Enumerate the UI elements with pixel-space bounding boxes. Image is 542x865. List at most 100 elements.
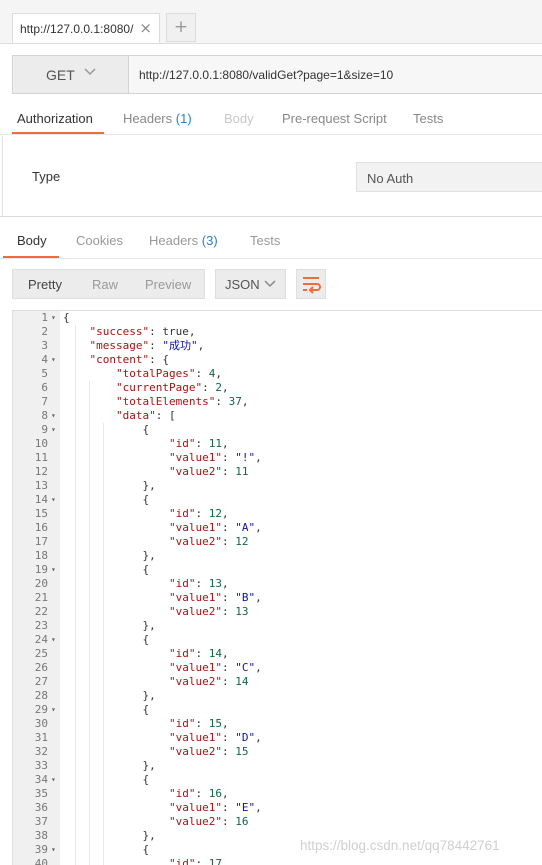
fold-arrow-icon[interactable]: ▾: [51, 843, 56, 857]
tab-prerequest-script[interactable]: Pre-request Script: [282, 111, 387, 126]
code-text: "totalElements": 37,: [115, 395, 249, 408]
code-text: "id": 14,: [168, 647, 229, 660]
code-line: 9 ▾ {: [13, 423, 542, 437]
line-number: 14: [34, 493, 48, 506]
code-line: 22 "value2": 13: [13, 605, 542, 619]
line-number: 1: [41, 311, 48, 324]
section-divider: [0, 216, 542, 217]
code-text: "id": 13,: [168, 577, 229, 590]
code-text: "value1": "C",: [168, 661, 262, 674]
close-icon[interactable]: ×: [139, 19, 152, 37]
code-line: 8 ▾ "data": [: [13, 409, 542, 423]
code-text: "data": [: [115, 409, 176, 422]
line-number: 12: [34, 465, 48, 478]
fold-arrow-icon[interactable]: ▾: [51, 423, 56, 437]
code-text: "id": 15,: [168, 717, 229, 730]
line-number: 11: [34, 451, 48, 464]
tab-cookies[interactable]: Cookies: [76, 233, 123, 248]
fold-arrow-icon[interactable]: ▾: [51, 703, 56, 717]
chevron-down-icon: [264, 280, 276, 288]
format-select[interactable]: JSON: [215, 269, 286, 299]
code-text: {: [63, 563, 150, 576]
fold-arrow-icon[interactable]: ▾: [51, 563, 56, 577]
watermark: https://blog.csdn.net/qq78442761: [300, 838, 500, 853]
tab-request-headers[interactable]: Headers (1): [123, 111, 192, 126]
code-text: "value2": 13: [168, 605, 249, 618]
code-line: 30 "id": 15,: [13, 717, 542, 731]
fold-arrow-icon[interactable]: ▾: [51, 493, 56, 507]
tab-authorization[interactable]: Authorization: [17, 111, 93, 126]
line-number: 29: [34, 703, 48, 716]
url-input[interactable]: http://127.0.0.1:8080/validGet?page=1&si…: [128, 55, 542, 94]
line-number: 35: [34, 787, 48, 800]
request-tab-title: http://127.0.0.1:8080/: [20, 22, 134, 36]
line-number: 8: [41, 409, 48, 422]
code-text: "value2": 14: [168, 675, 249, 688]
tab-request-tests[interactable]: Tests: [413, 111, 443, 126]
line-number: 15: [34, 507, 48, 520]
code-text: },: [63, 759, 156, 772]
line-number: 4: [41, 353, 48, 366]
auth-type-select[interactable]: No Auth: [356, 162, 542, 192]
preview-button[interactable]: Preview: [145, 277, 191, 292]
fold-arrow-icon[interactable]: ▾: [51, 311, 56, 325]
code-line: 27 "value2": 14: [13, 675, 542, 689]
line-number: 39: [34, 843, 48, 856]
line-number: 36: [34, 801, 48, 814]
fold-arrow-icon[interactable]: ▾: [51, 353, 56, 367]
auth-type-value: No Auth: [367, 171, 414, 186]
method-select[interactable]: GET: [12, 55, 129, 94]
line-number: 25: [34, 647, 48, 660]
code-line: 19 ▾ {: [13, 563, 542, 577]
wrap-lines-button[interactable]: [296, 269, 326, 299]
response-body-editor[interactable]: 1 ▾{2 "success": true, 3 "message": "成功", 4…: [12, 310, 542, 865]
code-text: {: [63, 311, 70, 324]
pretty-button[interactable]: Pretty: [28, 277, 62, 292]
code-text: {: [63, 423, 150, 436]
line-number: 24: [34, 633, 48, 646]
line-number: 17: [34, 535, 48, 548]
code-text: "value1": "D",: [168, 731, 262, 744]
line-number: 20: [34, 577, 48, 590]
code-text: },: [63, 829, 156, 842]
code-line: 25 "id": 14,: [13, 647, 542, 661]
code-text: {: [63, 493, 150, 506]
code-line: 35 "id": 16,: [13, 787, 542, 801]
panel-left-border: [2, 136, 3, 216]
line-number: 33: [34, 759, 48, 772]
fold-arrow-icon[interactable]: ▾: [51, 409, 56, 423]
line-number: 18: [34, 549, 48, 562]
code-line: 21 "value1": "B",: [13, 591, 542, 605]
line-number: 3: [41, 339, 48, 352]
chevron-down-icon: [84, 68, 96, 76]
request-tab[interactable]: http://127.0.0.1:8080/ ×: [12, 13, 160, 44]
request-headers-count: (1): [175, 111, 192, 126]
code-line: 13 },: [13, 479, 542, 493]
line-number: 30: [34, 717, 48, 730]
code-line: 16 "value1": "A",: [13, 521, 542, 535]
method-label: GET: [46, 67, 75, 83]
code-text: "value1": "E",: [168, 801, 262, 814]
code-line: 15 "id": 12,: [13, 507, 542, 521]
line-number: 31: [34, 731, 48, 744]
fold-arrow-icon[interactable]: ▾: [51, 633, 56, 647]
line-number: 34: [34, 773, 48, 786]
code-text: "value2": 16: [168, 815, 249, 828]
code-text: "currentPage": 2,: [115, 381, 229, 394]
code-text: "content": {: [89, 353, 169, 366]
new-tab-button[interactable]: +: [166, 13, 196, 42]
url-text: http://127.0.0.1:8080/validGet?page=1&si…: [139, 68, 394, 82]
code-line: 34 ▾ {: [13, 773, 542, 787]
code-text: {: [63, 843, 150, 856]
code-line: 33 },: [13, 759, 542, 773]
code-line: 32 "value2": 15: [13, 745, 542, 759]
code-text: {: [63, 773, 150, 786]
tab-response-headers[interactable]: Headers (3): [149, 233, 218, 248]
tab-response-body[interactable]: Body: [17, 233, 47, 248]
raw-button[interactable]: Raw: [92, 277, 118, 292]
tab-response-tests[interactable]: Tests: [250, 233, 280, 248]
tab-request-body[interactable]: Body: [224, 111, 254, 126]
fold-arrow-icon[interactable]: ▾: [51, 773, 56, 787]
code-line: 14 ▾ {: [13, 493, 542, 507]
code-text: "id": 16,: [168, 787, 229, 800]
